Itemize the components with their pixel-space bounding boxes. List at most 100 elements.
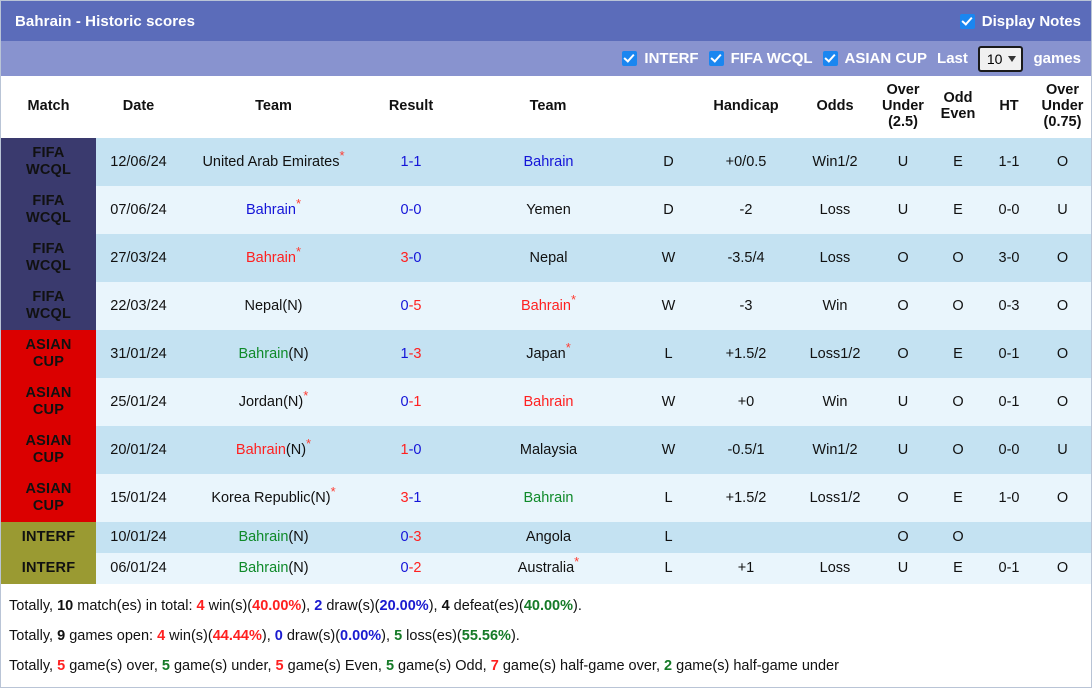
away-team[interactable]: Malaysia xyxy=(456,426,641,474)
away-team[interactable]: Bahrain* xyxy=(456,282,641,330)
interf-checkbox[interactable] xyxy=(622,51,638,66)
home-team[interactable]: Bahrain* xyxy=(181,234,366,282)
away-team[interactable]: Bahrain xyxy=(456,474,641,522)
table-row[interactable]: ASIAN CUP 20/01/24 Bahrain(N)* 1-0 Malaysia W -… xyxy=(1,426,1091,474)
filter-asian-cup[interactable]: ASIAN CUP xyxy=(822,50,927,67)
table-row[interactable]: FIFA WCQL 12/06/24 United Arab Emirates* 1-1… xyxy=(1,138,1091,186)
table-row[interactable]: FIFA WCQL 27/03/24 Bahrain* 3-0 Nepal W -3.5/4 L… xyxy=(1,234,1091,282)
away-team[interactable]: Yemen xyxy=(456,186,641,234)
score-away: 2 xyxy=(413,560,422,576)
header-ou25-line1: Over xyxy=(886,82,920,98)
competition-badge[interactable]: ASIAN CUP xyxy=(1,426,96,474)
filter-interf[interactable]: INTERF xyxy=(622,50,699,67)
header-ou075-line2: Under xyxy=(1041,98,1084,114)
home-team[interactable]: Nepal(N) xyxy=(181,282,366,330)
over-under-25-value: U xyxy=(874,426,932,474)
result-letter: W xyxy=(641,234,696,282)
away-team[interactable]: Japan* xyxy=(456,330,641,378)
competition-badge[interactable]: FIFA WCQL xyxy=(1,186,96,234)
header-result[interactable]: Result xyxy=(366,76,456,138)
header-team-home[interactable]: Team xyxy=(181,76,366,138)
odds-result: Loss1/2 xyxy=(796,474,874,522)
over-under-075-value: U xyxy=(1034,426,1091,474)
header-over-under-075[interactable]: Over Under (0.75) xyxy=(1034,76,1091,138)
away-team[interactable]: Nepal xyxy=(456,234,641,282)
home-team[interactable]: Bahrain(N) xyxy=(181,522,366,553)
competition-badge[interactable]: ASIAN CUP xyxy=(1,474,96,522)
l2-p6: ), xyxy=(381,628,395,644)
home-team-name: Korea Republic xyxy=(211,489,311,506)
l1-p3: win(s)( xyxy=(204,598,253,614)
l1-p1: Totally, xyxy=(9,598,58,614)
l3-half-over: 7 xyxy=(490,658,499,674)
games-count-select[interactable]: 10 xyxy=(977,45,1024,72)
header-odds[interactable]: Odds xyxy=(796,76,874,138)
result-letter: L xyxy=(641,330,696,378)
l3-p7: game(s) half-game under xyxy=(672,658,839,674)
header-handicap[interactable]: Handicap xyxy=(696,76,796,138)
l3-p3: game(s) under, xyxy=(169,658,276,674)
fifa-wcql-checkbox[interactable] xyxy=(708,51,724,66)
away-team[interactable]: Angola xyxy=(456,522,641,553)
header-over-under-25[interactable]: Over Under (2.5) xyxy=(874,76,932,138)
l2-draw-pct: 0.00% xyxy=(340,628,382,644)
home-team[interactable]: Korea Republic(N)* xyxy=(181,474,366,522)
score-away: 1 xyxy=(413,393,422,410)
l1-p2: match(es) in total: xyxy=(73,598,197,614)
table-row[interactable]: ASIAN CUP 25/01/24 Jordan(N)* 0-1 Bahrain W +0 W… xyxy=(1,378,1091,426)
handicap-value: +0 xyxy=(696,378,796,426)
competition-badge[interactable]: INTERF xyxy=(1,553,96,584)
games-label: games xyxy=(1033,50,1081,67)
match-score: 3-1 xyxy=(366,474,456,522)
filter-fifa-wcql[interactable]: FIFA WCQL xyxy=(708,50,813,67)
home-team[interactable]: Bahrain(N)* xyxy=(181,426,366,474)
match-score: 0-5 xyxy=(366,282,456,330)
table-body: FIFA WCQL 12/06/24 United Arab Emirates* 1-1… xyxy=(1,138,1091,584)
home-indicator-asterisk: * xyxy=(339,147,345,163)
competition-badge[interactable]: FIFA WCQL xyxy=(1,282,96,330)
result-letter: D xyxy=(641,186,696,234)
competition-badge[interactable]: FIFA WCQL xyxy=(1,138,96,186)
competition-badge[interactable]: ASIAN CUP xyxy=(1,378,96,426)
asian-cup-checkbox[interactable] xyxy=(822,51,838,66)
over-under-25-value: O xyxy=(874,522,932,553)
score-away: 3 xyxy=(413,345,422,362)
away-team[interactable]: Bahrain xyxy=(456,378,641,426)
competition-badge[interactable]: FIFA WCQL xyxy=(1,234,96,282)
competition-badge[interactable]: ASIAN CUP xyxy=(1,330,96,378)
competition-badge[interactable]: INTERF xyxy=(1,522,96,553)
header-oddeven-line2: Even xyxy=(940,106,976,122)
table-row[interactable]: FIFA WCQL 22/03/24 Nepal(N) 0-5 Bahrain* W -3 Wi… xyxy=(1,282,1091,330)
header-team-away[interactable]: Team xyxy=(456,76,696,138)
display-notes-checkbox[interactable] xyxy=(959,13,975,29)
home-team[interactable]: Jordan(N)* xyxy=(181,378,366,426)
header-odd-even[interactable]: Odd Even xyxy=(932,76,984,138)
home-team[interactable]: Bahrain(N) xyxy=(181,553,366,584)
away-team[interactable]: Bahrain xyxy=(456,138,641,186)
table-row[interactable]: INTERF 10/01/24 Bahrain(N) 0-3 Angola L O O xyxy=(1,522,1091,553)
header-match[interactable]: Match xyxy=(1,76,96,138)
header-ht[interactable]: HT xyxy=(984,76,1034,138)
result-letter: L xyxy=(641,553,696,584)
home-team[interactable]: Bahrain* xyxy=(181,186,366,234)
score-home: 0 xyxy=(400,560,409,576)
away-team[interactable]: Australia* xyxy=(456,553,641,584)
over-under-25-value: O xyxy=(874,234,932,282)
home-team-name: United Arab Emirates xyxy=(202,153,340,170)
table-row[interactable]: FIFA WCQL 07/06/24 Bahrain* 0-0 Yemen D -2 Loss U… xyxy=(1,186,1091,234)
table-row[interactable]: ASIAN CUP 15/01/24 Korea Republic(N)* 3-1 Bah… xyxy=(1,474,1091,522)
table-row[interactable]: ASIAN CUP 31/01/24 Bahrain(N) 1-3 Japan* L +1.5… xyxy=(1,330,1091,378)
l1-defeat-pct: 40.00% xyxy=(523,598,573,614)
home-team[interactable]: United Arab Emirates* xyxy=(181,138,366,186)
home-team-name: Bahrain xyxy=(238,560,289,576)
header-date[interactable]: Date xyxy=(96,76,181,138)
home-team[interactable]: Bahrain(N) xyxy=(181,330,366,378)
home-venue-marker: (N) xyxy=(310,489,331,506)
result-letter: W xyxy=(641,282,696,330)
display-notes-toggle[interactable]: Display Notes xyxy=(959,13,1081,30)
over-under-075-value: O xyxy=(1034,330,1091,378)
odd-even-value: E xyxy=(932,474,984,522)
half-time-score: 1-0 xyxy=(984,474,1034,522)
table-row[interactable]: INTERF 06/01/24 Bahrain(N) 0-2 Australia* L +1… xyxy=(1,553,1091,584)
odds-result: Loss1/2 xyxy=(796,330,874,378)
